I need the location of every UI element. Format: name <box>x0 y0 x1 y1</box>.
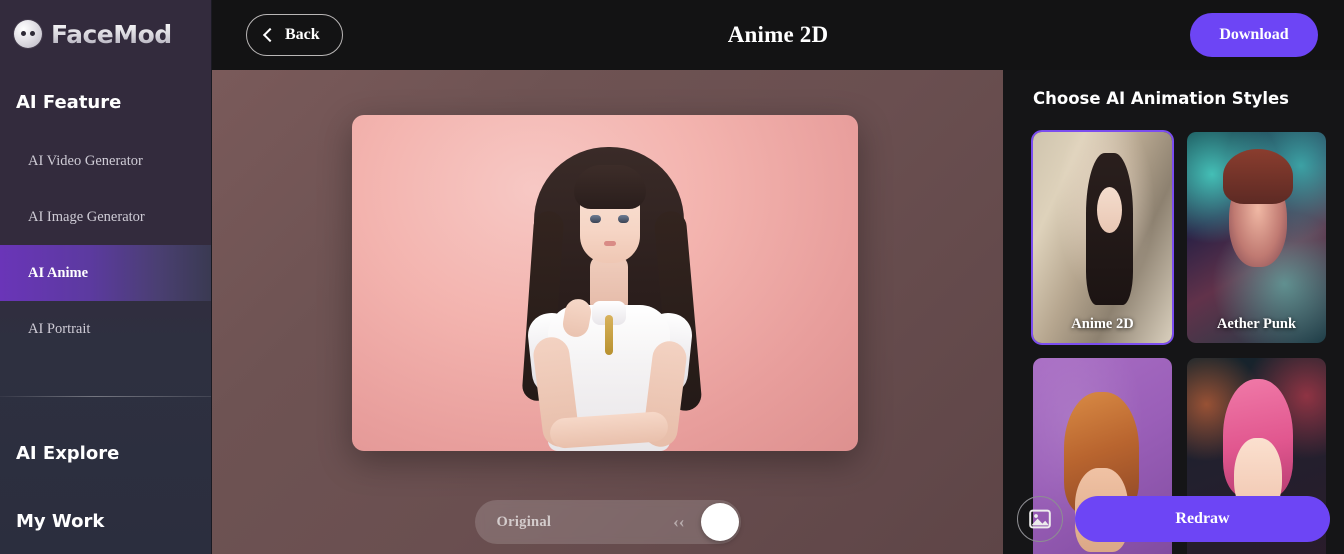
compare-slider-label: Original <box>496 513 552 530</box>
preview-stage: Original ‹‹ <box>212 70 1003 554</box>
app-root: FaceMod AI Feature AI Video Generator AI… <box>0 0 1344 554</box>
sidebar-heading-ai-feature: AI Feature <box>16 92 122 113</box>
sidebar-item-ai-explore[interactable]: AI Explore <box>0 443 119 464</box>
brand-logo[interactable]: FaceMod <box>0 0 211 52</box>
style-grid: Anime 2D Aether Punk <box>1031 130 1330 554</box>
body-row: Original ‹‹ Choose AI Animation Styles A… <box>212 70 1344 554</box>
styles-panel: Choose AI Animation Styles Anime 2D Aeth… <box>1003 70 1344 554</box>
sidebar-item-my-work[interactable]: My Work <box>0 511 104 532</box>
sidebar-nav: AI Video Generator AI Image Generator AI… <box>0 133 211 357</box>
portrait-eye-right <box>618 215 629 223</box>
portrait-eye-left <box>590 215 601 223</box>
page-title: Anime 2D <box>727 22 829 47</box>
styles-panel-title: Choose AI Animation Styles <box>1033 89 1289 108</box>
portrait-bangs <box>574 165 646 209</box>
style-card-aether-punk[interactable]: Aether Punk <box>1185 130 1328 345</box>
face-circle-icon <box>14 20 42 48</box>
main-column: Back Anime 2D Download Original ‹‹ Choos… <box>212 0 1344 554</box>
chevron-left-double-icon: ‹‹ <box>673 512 685 531</box>
panel-bottom-bar: Redraw <box>1017 496 1330 542</box>
sidebar-item-ai-anime[interactable]: AI Anime <box>0 245 211 301</box>
brand-name: FaceMod <box>51 19 172 49</box>
sidebar-divider <box>0 396 211 397</box>
style-card-anime-2d[interactable]: Anime 2D <box>1031 130 1174 345</box>
compare-slider[interactable]: Original ‹‹ <box>474 500 741 544</box>
redraw-button[interactable]: Redraw <box>1075 496 1330 542</box>
sidebar-item-ai-image-generator[interactable]: AI Image Generator <box>0 189 211 245</box>
preview-image[interactable] <box>352 115 858 451</box>
compare-slider-knob[interactable] <box>700 503 739 541</box>
style-card-label: Anime 2D <box>1071 316 1134 332</box>
compare-slider-track[interactable]: Original ‹‹ <box>474 500 741 544</box>
download-button[interactable]: Download <box>1190 13 1318 57</box>
sidebar: FaceMod AI Feature AI Video Generator AI… <box>0 0 212 554</box>
style-thumbnail <box>1033 132 1172 343</box>
top-header: Back Anime 2D Download <box>212 0 1344 70</box>
upload-image-button[interactable] <box>1017 496 1063 542</box>
sidebar-item-ai-portrait[interactable]: AI Portrait <box>0 301 211 357</box>
portrait-gold-clasp <box>605 315 613 355</box>
style-card-label: Aether Punk <box>1216 316 1297 332</box>
portrait-lips <box>604 241 616 246</box>
style-thumbnail <box>1187 132 1326 343</box>
image-icon <box>1029 509 1051 529</box>
sidebar-item-ai-video-generator[interactable]: AI Video Generator <box>0 133 211 189</box>
